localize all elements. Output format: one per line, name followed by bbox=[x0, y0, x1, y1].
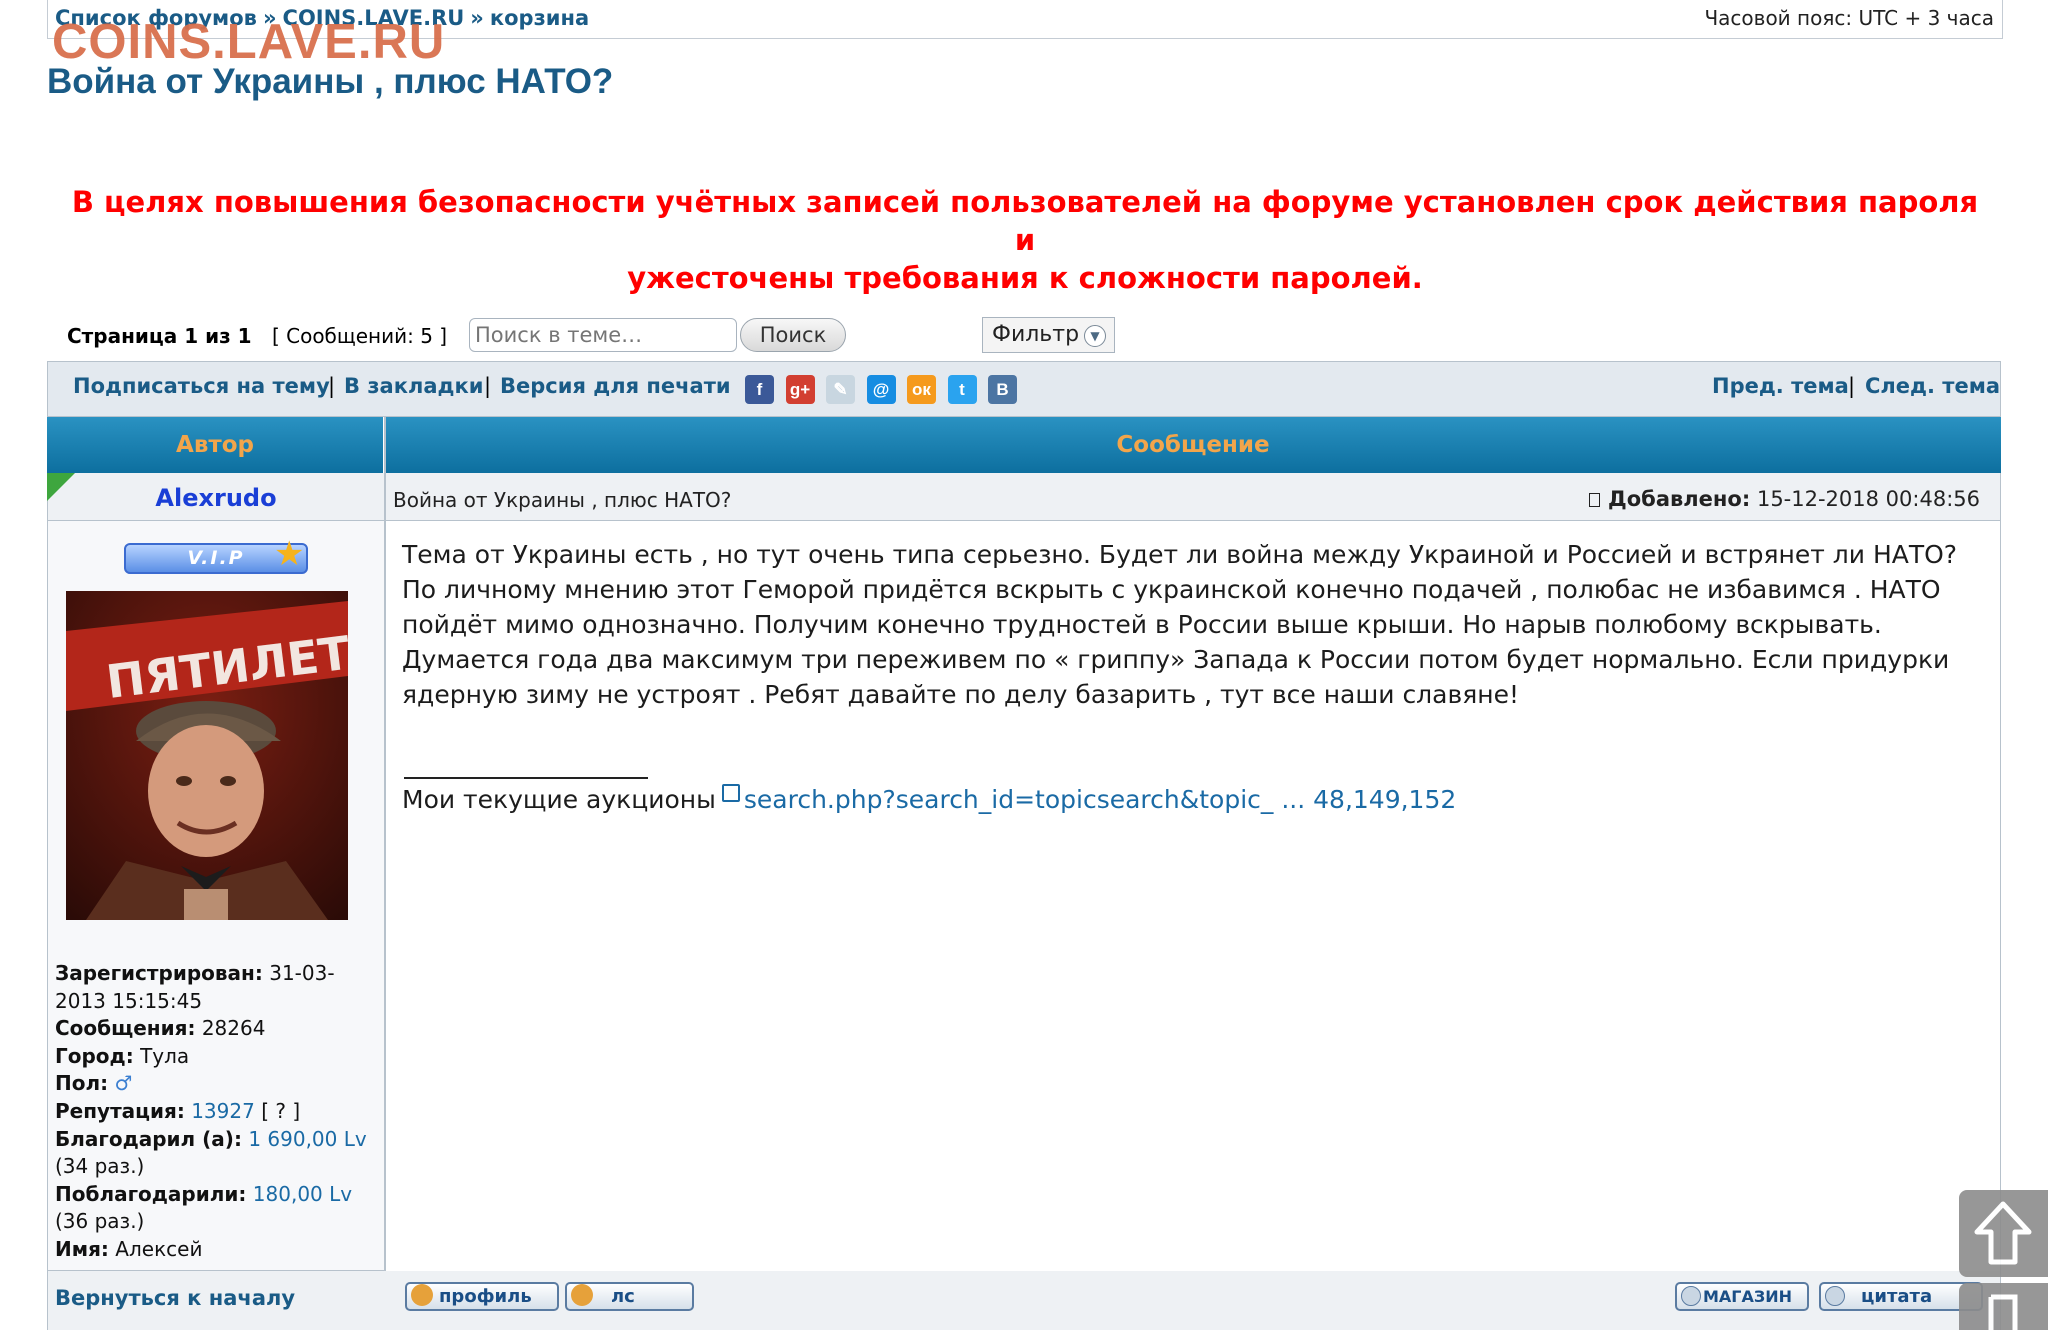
signature-auction-link[interactable]: search.php?search_id=topicsearch&topic_ … bbox=[744, 785, 1456, 814]
shop-button-label: МАГАЗИН bbox=[1703, 1287, 1793, 1306]
topic-search-input[interactable] bbox=[469, 318, 737, 352]
male-icon: ♂ bbox=[114, 1071, 133, 1096]
post-author-name[interactable]: Alexrudo bbox=[47, 484, 385, 512]
user-icon bbox=[411, 1284, 433, 1306]
post-date: Добавлено: 15-12-2018 00:48:56 bbox=[1589, 487, 1980, 511]
odnoklassniki-icon[interactable]: ок bbox=[907, 375, 936, 404]
search-button[interactable]: Поиск bbox=[740, 318, 846, 352]
topic-title[interactable]: Война от Украины , плюс НАТО? bbox=[47, 62, 613, 102]
back-to-top-link[interactable]: Вернуться к началу bbox=[55, 1286, 295, 1310]
topic-action-bar bbox=[47, 361, 2001, 417]
star-icon: ★ bbox=[274, 534, 305, 574]
users-icon bbox=[571, 1284, 593, 1306]
quote-icon bbox=[1825, 1286, 1845, 1306]
arrow-up-icon bbox=[1974, 1201, 2032, 1265]
prev-topic-link[interactable]: Пред. тема bbox=[1712, 374, 1849, 398]
arrow-down-icon bbox=[1988, 1294, 2018, 1330]
shop-button[interactable]: МАГАЗИН bbox=[1675, 1282, 1809, 1311]
profile-button[interactable]: профиль bbox=[405, 1282, 559, 1311]
subscribe-link[interactable]: Подписаться на тему bbox=[73, 374, 330, 398]
post-body-text: Тема от Украины есть , но тут очень типа… bbox=[402, 540, 1958, 709]
thanked-label: Благодарил (а): bbox=[55, 1126, 242, 1151]
signature: Мои текущие аукционы search.php?search_id… bbox=[402, 784, 1456, 814]
breadcrumb-category[interactable]: корзина bbox=[490, 6, 589, 30]
notice-line-1: В целях повышения безопасности учётных з… bbox=[71, 185, 1979, 257]
was-thanked-times: (36 раз.) bbox=[55, 1209, 145, 1234]
vkontakte-icon[interactable]: В bbox=[988, 375, 1017, 404]
column-divider bbox=[384, 417, 386, 1330]
shop-icon bbox=[1681, 1286, 1701, 1306]
signature-text: Мои текущие аукционы bbox=[402, 785, 716, 814]
author-column-header: Автор bbox=[47, 417, 385, 473]
google-plus-icon[interactable]: g+ bbox=[785, 375, 815, 404]
registered-label: Зарегистрирован: bbox=[55, 961, 263, 985]
action-separator: | bbox=[1848, 374, 1856, 398]
post-date-label: Добавлено: bbox=[1608, 487, 1751, 511]
breadcrumb-separator: » bbox=[470, 6, 484, 30]
was-thanked-label: Поблагодарили: bbox=[55, 1181, 247, 1206]
timezone-label: Часовой пояс: UTC + 3 часа bbox=[1704, 6, 1994, 30]
mail-ru-icon[interactable]: @ bbox=[866, 375, 896, 404]
action-separator: | bbox=[484, 374, 492, 398]
was-thanked-value[interactable]: 180,00 Lv bbox=[253, 1182, 352, 1206]
thanked-value[interactable]: 1 690,00 Lv bbox=[248, 1127, 366, 1151]
external-link-icon bbox=[721, 784, 740, 802]
profile-button-label: профиль bbox=[439, 1286, 532, 1307]
print-version-link[interactable]: Версия для печати bbox=[500, 374, 731, 398]
post-date-value: 15-12-2018 00:48:56 bbox=[1756, 487, 1980, 511]
filter-label: Фильтр bbox=[992, 322, 1080, 347]
thanked-times: (34 раз.) bbox=[55, 1154, 145, 1179]
chevron-down-icon: ▼ bbox=[1084, 325, 1106, 347]
notice-line-2: ужесточены требования к сложности пароле… bbox=[627, 261, 1423, 295]
user-avatar[interactable]: ПЯТИЛЕТК bbox=[66, 591, 348, 920]
signature-divider bbox=[404, 777, 648, 779]
security-notice: В целях повышения безопасности учётных з… bbox=[60, 183, 1990, 297]
facebook-icon[interactable]: f bbox=[745, 375, 774, 404]
author-profile-info: Зарегистрирован: 31-03-2013 15:15:45 Соо… bbox=[55, 960, 383, 1264]
messages-value: 28264 bbox=[201, 1016, 266, 1041]
filter-dropdown[interactable]: Фильтр ▼ bbox=[982, 317, 1115, 353]
city-value: Тула bbox=[140, 1043, 190, 1068]
pm-button-label: лс bbox=[611, 1286, 635, 1307]
reputation-help-link[interactable]: [ ? ] bbox=[261, 1099, 300, 1123]
messages-count: [ Сообщений: 5 ] bbox=[271, 324, 448, 348]
bookmark-link[interactable]: В закладки bbox=[344, 374, 483, 398]
action-separator: | bbox=[328, 374, 336, 398]
name-value: Алексей bbox=[115, 1236, 203, 1261]
post-link-icon[interactable] bbox=[1589, 493, 1601, 507]
message-column-header: Сообщение bbox=[1116, 432, 1270, 458]
quote-button-label: цитата bbox=[1861, 1286, 1933, 1307]
scroll-to-bottom-button[interactable] bbox=[1959, 1283, 2048, 1330]
reputation-value[interactable]: 13927 bbox=[191, 1099, 255, 1123]
reputation-label: Репутация: bbox=[55, 1098, 185, 1123]
page-info: Страница 1 из 1 [ Сообщений: 5 ] bbox=[67, 324, 447, 348]
private-message-button[interactable]: лс bbox=[565, 1282, 694, 1311]
next-topic-link[interactable]: След. тема bbox=[1865, 374, 2000, 398]
city-label: Город: bbox=[55, 1043, 134, 1068]
name-label: Имя: bbox=[55, 1236, 109, 1261]
livejournal-icon[interactable]: ✎ bbox=[826, 375, 855, 404]
twitter-icon[interactable]: t bbox=[947, 375, 977, 404]
page-number: Страница 1 из 1 bbox=[67, 324, 252, 348]
post-subject: Война от Украины , плюс НАТО? bbox=[393, 488, 732, 512]
messages-label: Сообщения: bbox=[55, 1016, 196, 1041]
gender-label: Пол: bbox=[55, 1071, 109, 1096]
scroll-to-top-button[interactable] bbox=[1959, 1190, 2048, 1277]
